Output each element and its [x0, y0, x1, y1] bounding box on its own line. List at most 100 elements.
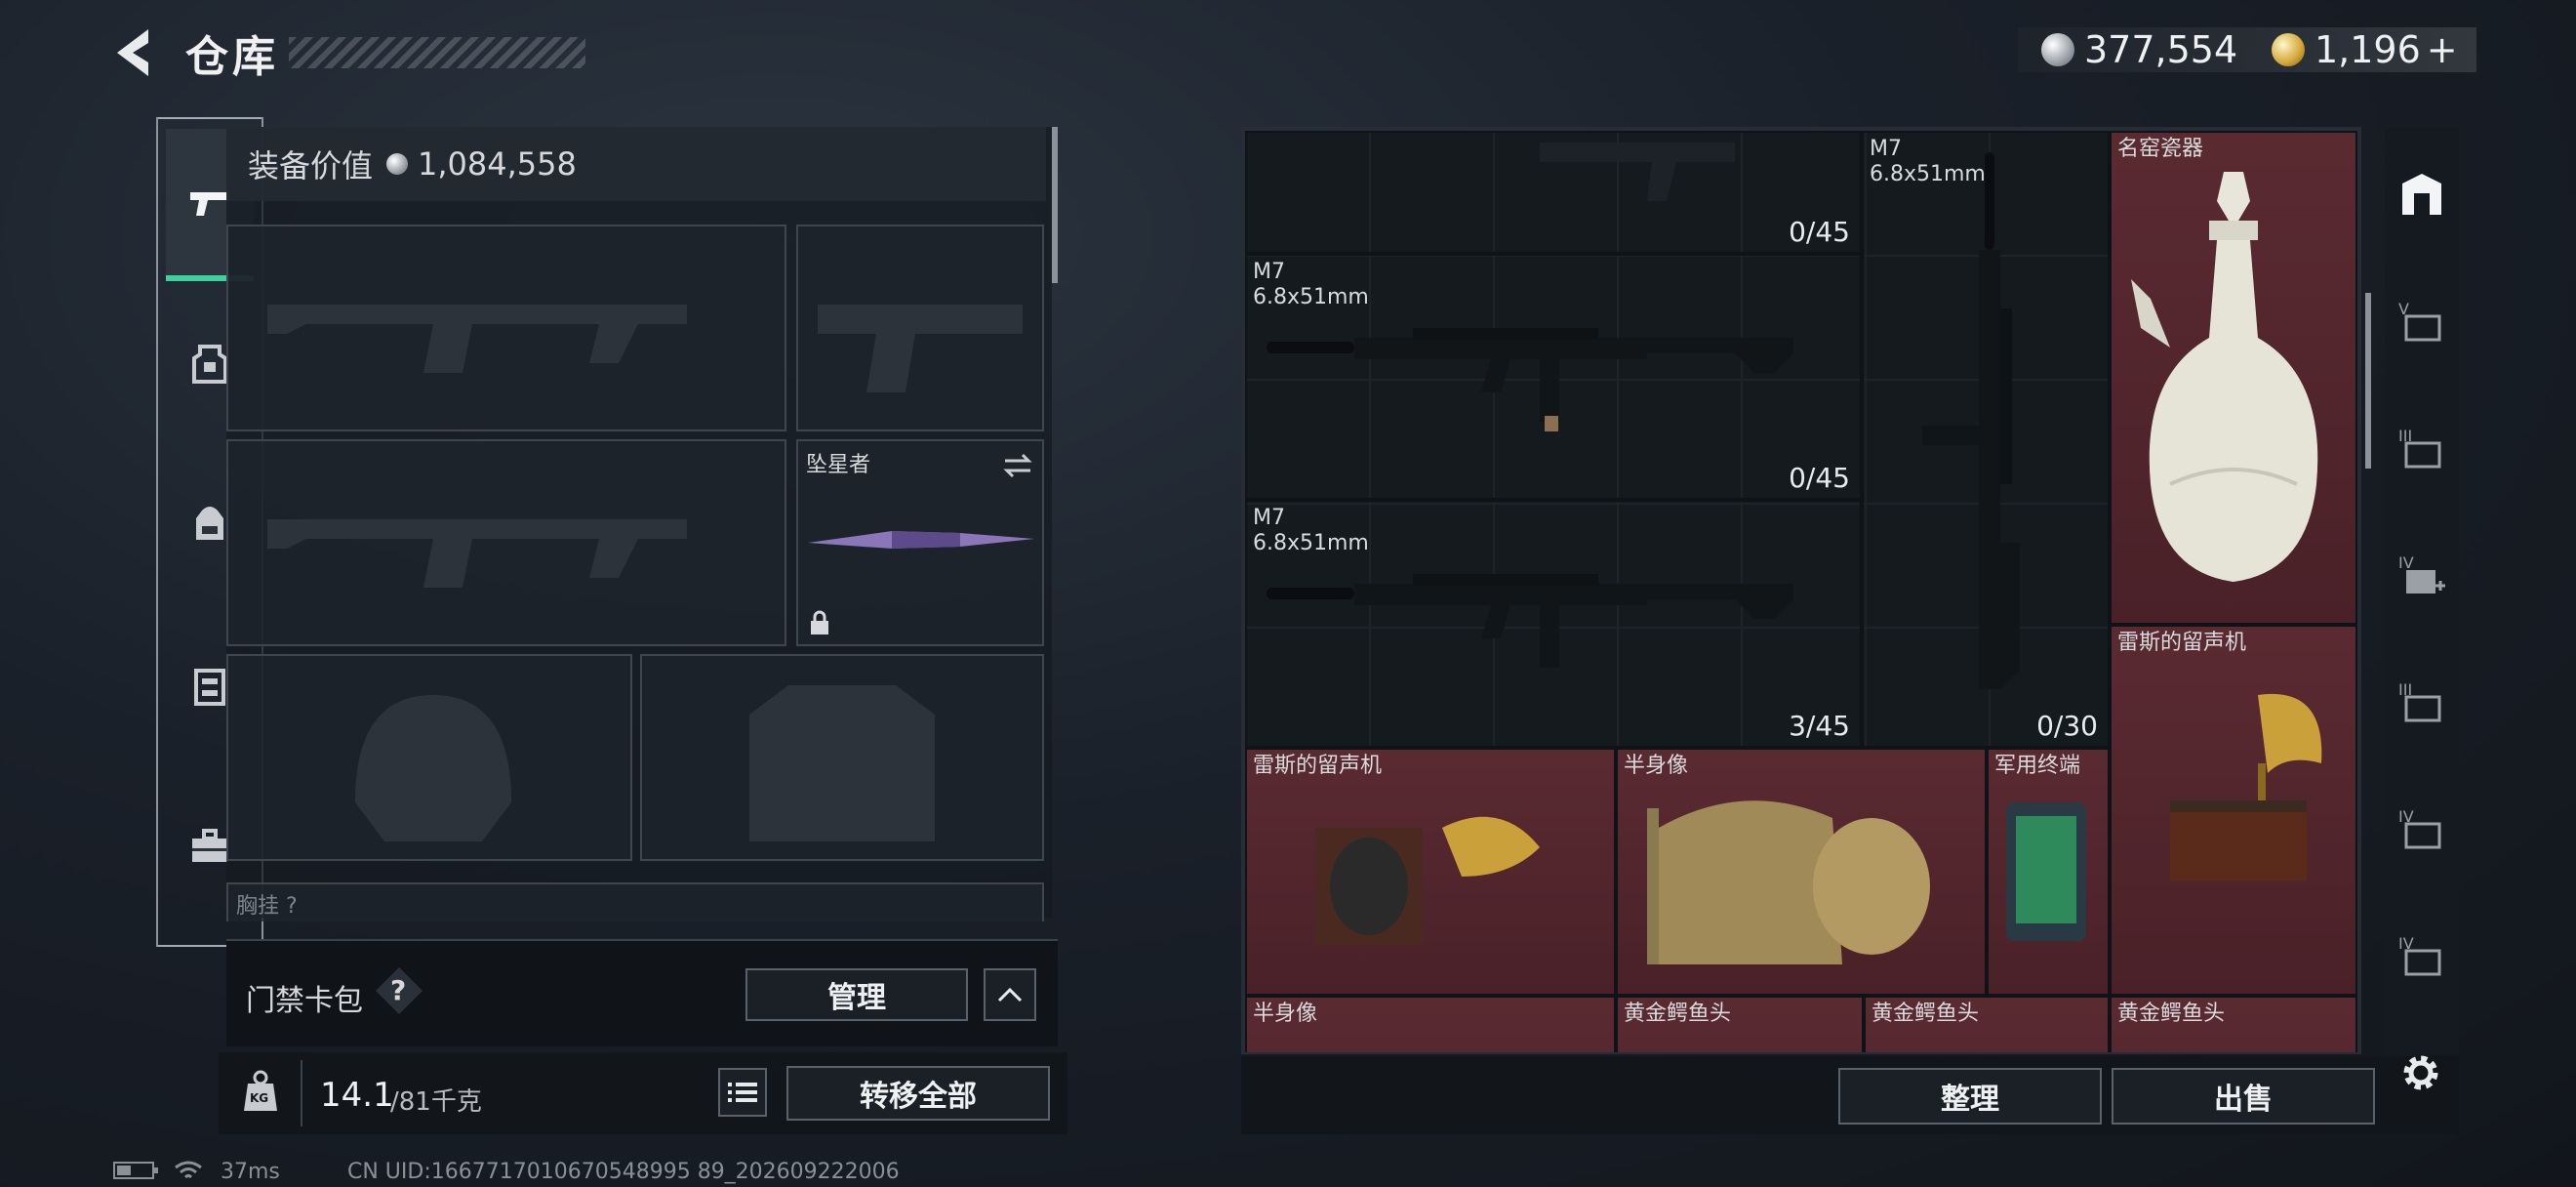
- weight-max: /81千克: [390, 1087, 482, 1117]
- ping-value: 37ms: [221, 1160, 280, 1184]
- sort-button[interactable]: 整理: [1838, 1068, 2102, 1125]
- storage-iii-icon: III: [2398, 427, 2441, 469]
- helmet-silhouette-icon: [355, 695, 511, 841]
- inventory-item-golden-croc-head[interactable]: 黄金鳄鱼头: [1616, 996, 1864, 1052]
- gear-icon: [2403, 1055, 2438, 1090]
- chest-rig-slot[interactable]: 胸挂 ?: [226, 882, 1044, 921]
- inventory-item-m7[interactable]: M7 6.8x51mm 0/45: [1245, 254, 1862, 500]
- tab-storage-iii[interactable]: III: [2385, 400, 2459, 498]
- ammo-count: 0/45: [1789, 216, 1850, 248]
- battery-icon: [113, 1160, 158, 1185]
- wifi-icon: [174, 1160, 203, 1187]
- inventory-item-porcelain-vase[interactable]: 名窑瓷器: [2110, 131, 2357, 625]
- weight-icon: KG: [242, 1070, 279, 1113]
- settings-button[interactable]: [2396, 1048, 2445, 1097]
- bust-icon: [1647, 800, 1930, 964]
- equipment-value-amount: 1,084,558: [418, 145, 577, 183]
- lock-icon: [811, 610, 828, 634]
- item-name: 雷斯的留声机: [2117, 631, 2247, 655]
- item-name: 黄金鳄鱼头: [2117, 1002, 2226, 1026]
- silver-amount: 377,554: [2084, 28, 2238, 71]
- inventory-item-gramophone[interactable]: 雷斯的留声机: [2110, 625, 2357, 996]
- chest-rig-label: 胸挂 ?: [236, 894, 298, 919]
- storage-tabs: V III IV III IV IV: [2385, 127, 2459, 1054]
- tab-storage-iv-plus[interactable]: IV: [2385, 527, 2459, 625]
- item-name: 半身像: [1253, 1002, 1318, 1026]
- player-uid: CN UID:1667717010670548995 89_2026092220…: [347, 1160, 900, 1184]
- storage-iv-add-icon: IV: [2398, 553, 2445, 594]
- ammo-count: 0/30: [2036, 710, 2098, 742]
- svg-text:IV: IV: [2398, 553, 2414, 572]
- weight-icon-text: KG: [250, 1091, 269, 1105]
- storage-iv-icon: IV: [2398, 807, 2441, 849]
- tab-storage-iv-b[interactable]: IV: [2385, 908, 2459, 1005]
- storage-iv-icon: IV: [2398, 934, 2441, 976]
- silver-coin-icon: [2041, 33, 2074, 66]
- divider: [301, 1060, 302, 1126]
- manage-button[interactable]: 管理: [745, 968, 968, 1021]
- equipment-value-row: 装备价值 1,084,558: [226, 127, 1046, 201]
- storage-iii-icon: III: [2398, 680, 2441, 722]
- inventory-item-military-terminal[interactable]: 军用终端: [1987, 748, 2110, 996]
- inventory-item-gramophone[interactable]: 雷斯的留声机: [1245, 748, 1616, 996]
- silver-coin-icon: [386, 153, 409, 175]
- tab-home-storage[interactable]: [2385, 146, 2459, 244]
- knife-icon: [808, 531, 1034, 549]
- m7-rifle-icon: [1267, 574, 1793, 668]
- rifle-silhouette-icon: [267, 305, 687, 373]
- back-arrow-icon: [117, 29, 148, 76]
- porcelain-vase-icon: [2131, 172, 2318, 582]
- item-name: 雷斯的留声机: [1253, 754, 1383, 778]
- list-icon: [728, 1083, 757, 1102]
- chevron-up-icon: [997, 987, 1023, 1003]
- primary-weapon-slot-1[interactable]: [226, 225, 786, 431]
- helmet-slot[interactable]: [226, 654, 632, 861]
- item-name: M7 6.8x51mm: [1253, 260, 1369, 309]
- pistol-slot[interactable]: [796, 225, 1044, 431]
- swap-icon[interactable]: [1001, 451, 1034, 480]
- gold-add-button[interactable]: +: [2427, 28, 2458, 71]
- gramophone-icon: [2170, 693, 2322, 880]
- sell-button[interactable]: 出售: [2112, 1068, 2375, 1125]
- gold-amount: 1,196: [2314, 28, 2421, 71]
- body-armor-slot[interactable]: [640, 654, 1044, 861]
- primary-weapon-slot-2[interactable]: [226, 439, 786, 646]
- page-title: 仓库: [185, 32, 279, 82]
- inventory-item-golden-croc-head[interactable]: 黄金鳄鱼头: [2110, 996, 2357, 1052]
- inventory-item-rifle-partial[interactable]: 0/45: [1245, 131, 1862, 254]
- pistol-silhouette-icon: [818, 305, 1023, 392]
- back-button[interactable]: [109, 25, 158, 80]
- tab-storage-iv[interactable]: IV: [2385, 781, 2459, 879]
- item-name: 黄金鳄鱼头: [1872, 1002, 1980, 1026]
- storage-home-icon: [2402, 174, 2441, 215]
- inventory-item-m7-vertical[interactable]: M7 6.8x51mm 0/30: [1862, 131, 2110, 748]
- ammo-count: 0/45: [1789, 462, 1850, 494]
- help-icon[interactable]: ?: [390, 974, 406, 1006]
- inventory-item-bust[interactable]: 半身像: [1245, 996, 1616, 1052]
- storage-v-icon: V: [2398, 300, 2441, 342]
- armor-silhouette-icon: [749, 685, 935, 841]
- equipment-scrollbar[interactable]: [1052, 127, 1058, 283]
- inventory-grid: 0/45 M7 6.8x51mm 0/45 M7 6.8x51mm 3/45 M7 6…: [1245, 131, 2357, 1052]
- terminal-icon: [2006, 802, 2086, 941]
- list-view-button[interactable]: [718, 1068, 767, 1117]
- inventory-item-bust[interactable]: 半身像: [1616, 748, 1987, 996]
- ammo-count: 3/45: [1789, 710, 1850, 742]
- melee-slot[interactable]: 坠星者: [796, 439, 1044, 646]
- silver-currency: 377,554: [2041, 27, 2237, 72]
- tab-storage-v[interactable]: V: [2385, 273, 2459, 371]
- rifle-icon: [1540, 143, 1735, 201]
- inventory-item-m7[interactable]: M7 6.8x51mm 3/45: [1245, 500, 1862, 748]
- tab-storage-iii-b[interactable]: III: [2385, 654, 2459, 752]
- gold-currency[interactable]: 1,196 +: [2272, 27, 2458, 72]
- inventory-scrollbar[interactable]: [2365, 293, 2371, 469]
- inventory-item-golden-croc-head[interactable]: 黄金鳄鱼头: [1864, 996, 2110, 1052]
- keycard-pack-label: 门禁卡包: [246, 984, 363, 1018]
- melee-name: 坠星者: [806, 453, 871, 477]
- collapse-button[interactable]: [984, 968, 1036, 1021]
- transfer-all-button[interactable]: 转移全部: [786, 1066, 1050, 1121]
- item-name: 名窑瓷器: [2117, 137, 2204, 161]
- rifle-silhouette-icon: [267, 519, 687, 588]
- item-name: 军用终端: [1994, 754, 2081, 778]
- m7-rifle-vertical-icon: [1922, 152, 2020, 689]
